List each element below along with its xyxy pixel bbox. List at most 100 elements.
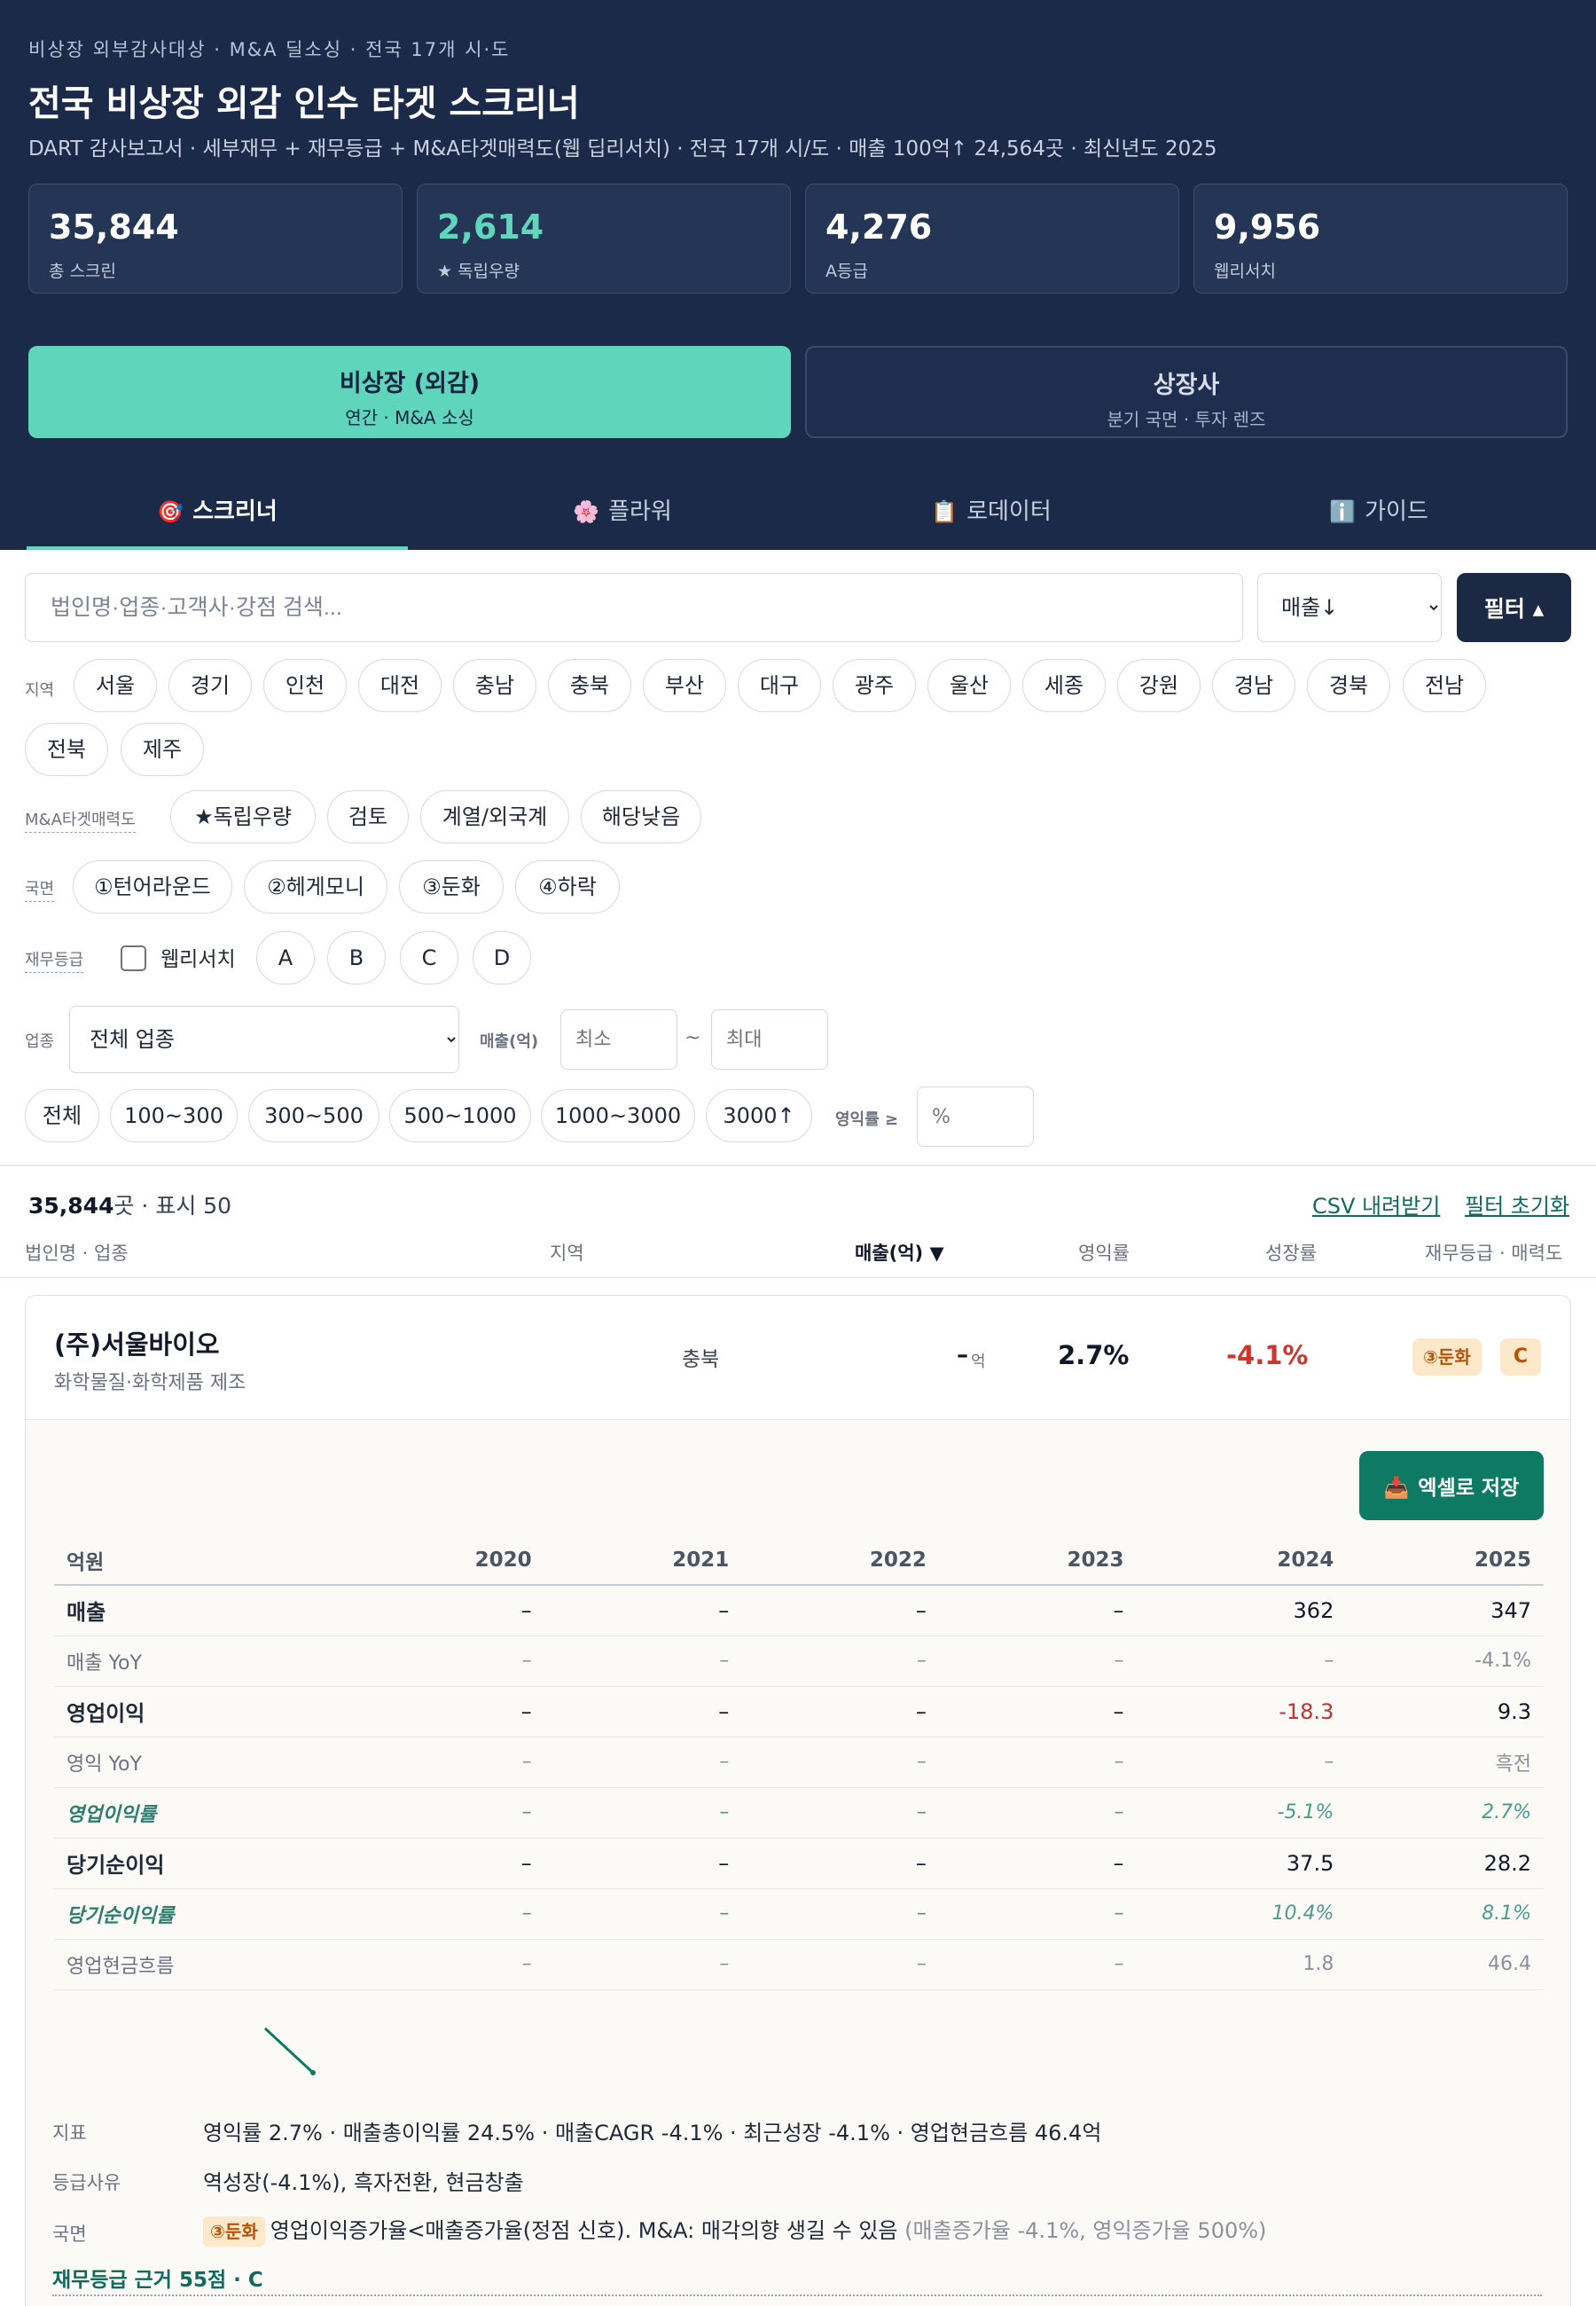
phase-chip[interactable]: ④하락: [515, 860, 620, 914]
sales-range-chip[interactable]: 500~1000: [389, 1089, 531, 1142]
save-excel-button[interactable]: 📥 엑셀로 저장: [1359, 1451, 1544, 1520]
region-chip[interactable]: 광주: [833, 659, 916, 712]
tab-flower[interactable]: 🌸 플라워: [432, 493, 813, 550]
phase-chip[interactable]: ①턴어라운드: [73, 860, 232, 914]
region-chip[interactable]: 대전: [358, 659, 442, 712]
phase-text: 영업이익증가율<매출증가율(정점 신호). M&A: 매각의향 생길 수 있음: [270, 2218, 898, 2243]
tab-raw-data[interactable]: 📋 로데이터: [801, 493, 1182, 550]
cell: –: [544, 1585, 742, 1636]
financial-table: 억원 2020 2021 2022 2023 2024 2025 매출 – – …: [54, 1535, 1544, 1990]
target-icon: 🎯: [157, 499, 184, 524]
sales-max-input[interactable]: [711, 1009, 828, 1070]
mode-listed-button[interactable]: 상장사 분기 국면 · 투자 렌즈: [805, 346, 1568, 438]
cell: –: [938, 1838, 1137, 1889]
cell: 362: [1136, 1585, 1347, 1636]
grade-chip-c[interactable]: C: [400, 931, 458, 984]
header-eyebrow: 비상장 외부감사대상 · M&A 딜소싱 · 전국 17개 시·도: [28, 39, 511, 60]
cell: -18.3: [1136, 1686, 1347, 1737]
csv-download-link[interactable]: CSV 내려받기: [1312, 1188, 1440, 1220]
region-chip[interactable]: 충남: [453, 659, 536, 712]
grade-chip-d[interactable]: D: [473, 931, 531, 984]
company-row[interactable]: (주)서울바이오 화학물질·화학제품 제조 충북 – 억 2.7% -4.1% …: [26, 1296, 1570, 1420]
grade-chip-b[interactable]: B: [327, 931, 386, 984]
region-chip[interactable]: 전북: [25, 723, 108, 776]
region-chip[interactable]: 충북: [548, 659, 631, 712]
phase-chip[interactable]: ③둔화: [399, 860, 504, 914]
region-chip[interactable]: 서울: [74, 659, 157, 712]
ma-chip-independent[interactable]: ★독립우량: [170, 790, 316, 843]
company-margin: 2.7%: [1058, 1340, 1130, 1370]
row-label: 당기순이익률: [54, 1888, 347, 1940]
unit-header: 억원: [54, 1535, 347, 1586]
cell: –: [544, 1939, 742, 1990]
table-row-sales-yoy: 매출 YoY – – – – – -4.1%: [54, 1635, 1544, 1687]
cell: –: [347, 1888, 544, 1940]
table-row-op-yoy: 영익 YoY – – – – – 흑전: [54, 1737, 1544, 1788]
sales-range-chip[interactable]: 3000↑: [706, 1089, 812, 1142]
cell: –: [544, 1686, 742, 1737]
region-chip[interactable]: 대구: [738, 659, 821, 712]
tab-screener[interactable]: 🎯 스크리너: [27, 493, 408, 550]
column-header-growth[interactable]: 성장률: [1265, 1239, 1317, 1266]
cell: –: [741, 1635, 939, 1687]
region-chip[interactable]: 전남: [1403, 659, 1486, 712]
grade-basis-toggle[interactable]: 재무등급 근거 55점 · C: [52, 2263, 263, 2293]
sales-min-input[interactable]: [560, 1009, 677, 1070]
cell: 1.8: [1136, 1939, 1347, 1990]
column-header-sales[interactable]: 매출(억) ▼: [855, 1239, 944, 1266]
ma-chip-affiliate[interactable]: 계열/외국계: [420, 790, 569, 843]
stat-card-independent: 2,614 ★ 독립우량: [417, 184, 791, 294]
sparkline-line: [263, 2027, 315, 2075]
sales-range-chip[interactable]: 300~500: [248, 1089, 379, 1142]
region-chip[interactable]: 세종: [1022, 659, 1106, 712]
region-chip[interactable]: 경북: [1307, 659, 1390, 712]
cell: –: [544, 1737, 742, 1788]
region-chip[interactable]: 제주: [121, 723, 204, 776]
cell: –: [938, 1585, 1137, 1636]
phase-note: (매출증가율 -4.1%, 영익증가율 500%): [904, 2218, 1267, 2243]
sparkline-point: [310, 2070, 316, 2075]
year-header: 2023: [938, 1535, 1137, 1586]
year-header: 2024: [1136, 1535, 1347, 1586]
phase-chip[interactable]: ②헤게모니: [244, 860, 387, 914]
cell: –: [938, 1787, 1137, 1839]
cell: –: [347, 1939, 544, 1990]
cell: –: [938, 1737, 1137, 1788]
search-input[interactable]: [25, 573, 1243, 642]
header-divider: [0, 1277, 1596, 1278]
region-chip[interactable]: 인천: [263, 659, 347, 712]
grade-chip-a[interactable]: A: [256, 931, 315, 984]
ma-chip-review[interactable]: 검토: [327, 790, 409, 843]
sales-range-chip[interactable]: 전체: [25, 1089, 99, 1142]
region-chip[interactable]: 울산: [927, 659, 1011, 712]
column-header-region[interactable]: 지역: [550, 1239, 584, 1266]
filter-toggle-button[interactable]: 필터 ▴: [1457, 573, 1571, 642]
row-label: 영업이익: [54, 1686, 347, 1737]
sales-range-chip[interactable]: 100~300: [110, 1089, 238, 1142]
region-chip[interactable]: 경남: [1212, 659, 1295, 712]
sales-range-chip[interactable]: 1000~3000: [541, 1089, 695, 1142]
column-header-margin[interactable]: 영익률: [1078, 1239, 1130, 1266]
cell: –: [544, 1787, 742, 1839]
region-chip[interactable]: 경기: [168, 659, 252, 712]
reset-filters-link[interactable]: 필터 초기화: [1465, 1188, 1569, 1220]
industry-select[interactable]: 전체 업종: [69, 1006, 459, 1073]
ma-chip-low[interactable]: 해당낮음: [581, 790, 701, 843]
page-subtitle: DART 감사보고서 · 세부재무 + 재무등급 + M&A타겟매력도(웹 딥리…: [28, 137, 1217, 161]
column-header-grade[interactable]: 재무등급 · 매력도: [1425, 1239, 1562, 1266]
region-chip[interactable]: 강원: [1117, 659, 1201, 712]
web-research-checkbox[interactable]: [121, 945, 146, 971]
row-label: 매출: [54, 1585, 347, 1636]
region-chip[interactable]: 부산: [643, 659, 726, 712]
sort-select[interactable]: 매출↓: [1257, 573, 1442, 642]
cell: 2.7%: [1346, 1787, 1544, 1839]
stat-value: 35,844: [49, 208, 179, 247]
company-card: (주)서울바이오 화학물질·화학제품 제조 충북 – 억 2.7% -4.1% …: [25, 1295, 1571, 2306]
stat-value: 2,614: [437, 208, 544, 247]
tab-guide[interactable]: ℹ️ 가이드: [1188, 493, 1569, 550]
cell: –: [741, 1838, 939, 1889]
column-header-name[interactable]: 법인명 · 업종: [25, 1239, 129, 1266]
year-header: 2021: [544, 1535, 742, 1586]
margin-min-input[interactable]: [917, 1086, 1034, 1147]
mode-unlisted-button[interactable]: 비상장 (외감) 연간 · M&A 소싱: [28, 346, 791, 438]
